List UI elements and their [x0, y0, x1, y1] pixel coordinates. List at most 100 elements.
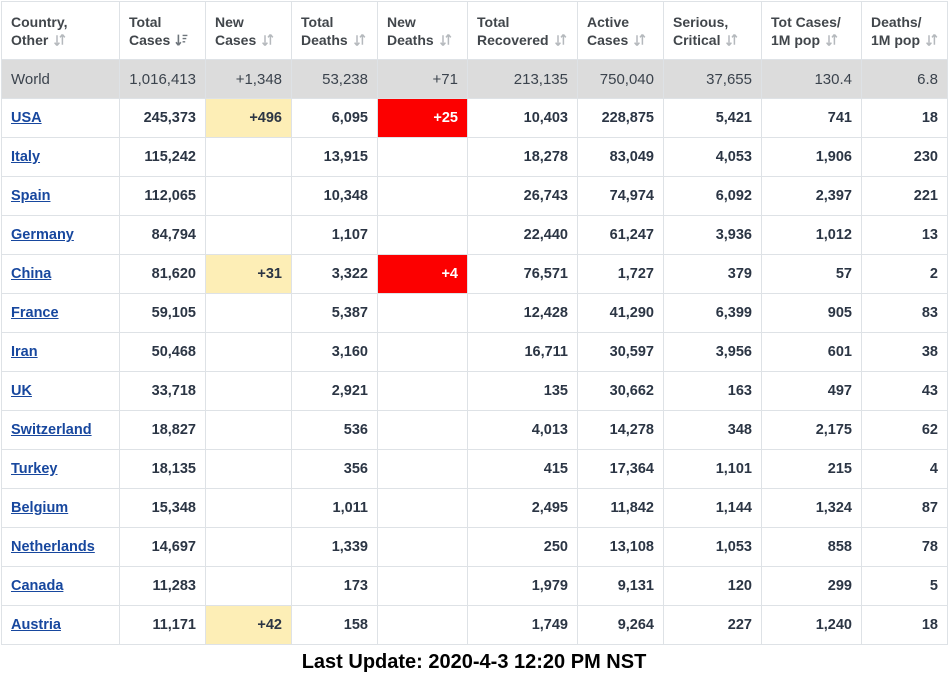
cell-active-cases: 41,290	[577, 293, 664, 333]
cell-value: 26,743	[523, 188, 568, 204]
cell-country[interactable]: Spain	[1, 176, 120, 216]
cell-value: 1,012	[815, 227, 852, 243]
table-row: Austria 11,171 +42 158 1,749 9,264 227 1,240 18	[1, 605, 948, 645]
column-header-total-cases[interactable]: Total Cases	[119, 1, 206, 60]
cell-country[interactable]: Turkey	[1, 449, 120, 489]
column-label-total-deaths-line2: Deaths	[301, 31, 348, 48]
cell-country[interactable]: Iran	[1, 332, 120, 372]
country-link[interactable]: France	[11, 305, 59, 321]
cell-new-deaths	[377, 410, 468, 450]
sort-both-icon[interactable]	[725, 33, 738, 47]
country-link[interactable]: Italy	[11, 149, 40, 165]
cell-value: 1,906	[815, 149, 852, 165]
column-label-new-deaths-line2: Deaths	[387, 31, 434, 48]
country-link[interactable]: Canada	[11, 578, 63, 594]
cell-value: 1,749	[531, 617, 568, 633]
cell-serious-critical: 3,956	[663, 332, 762, 372]
cell-new-deaths	[377, 293, 468, 333]
country-link[interactable]: Switzerland	[11, 422, 92, 438]
cell-value: 213,135	[513, 70, 568, 88]
cell-serious-critical: 1,144	[663, 488, 762, 528]
cell-country[interactable]: Belgium	[1, 488, 120, 528]
cell-value: 74,974	[609, 188, 654, 204]
column-label-country-line2: Other	[11, 31, 49, 48]
cell-active-cases: 74,974	[577, 176, 664, 216]
cell-serious-critical: 6,399	[663, 293, 762, 333]
cell-deaths-per-1m: 78	[861, 527, 948, 567]
country-link[interactable]: UK	[11, 383, 32, 399]
column-header-deaths-per-1m[interactable]: Deaths/ 1M pop	[861, 1, 948, 60]
sort-both-icon[interactable]	[261, 33, 274, 47]
cell-active-cases: 30,597	[577, 332, 664, 372]
column-header-country[interactable]: Country, Other	[1, 1, 120, 60]
cell-tot-cases-per-1m: 130.4	[761, 59, 862, 99]
cell-total-recovered: 213,135	[467, 59, 578, 99]
cell-value: 87	[921, 500, 938, 516]
cell-value: 2	[929, 266, 938, 282]
cell-total-deaths: 1,339	[291, 527, 378, 567]
cell-country[interactable]: UK	[1, 371, 120, 411]
sort-both-icon[interactable]	[825, 33, 838, 47]
cell-total-deaths: 158	[291, 605, 378, 645]
column-header-total-deaths[interactable]: Total Deaths	[291, 1, 378, 60]
cell-country[interactable]: Switzerland	[1, 410, 120, 450]
column-header-total-recovered[interactable]: Total Recovered	[467, 1, 578, 60]
cell-value: 1,144	[715, 500, 752, 516]
cell-value: 299	[827, 578, 852, 594]
cell-country[interactable]: USA	[1, 98, 120, 138]
column-label-new-cases-line2: Cases	[215, 31, 257, 48]
cell-value: 221	[913, 188, 938, 204]
column-label-active-cases-line1: Active	[587, 13, 630, 30]
sort-both-icon[interactable]	[53, 33, 66, 47]
cell-value: 2,495	[531, 500, 568, 516]
cell-total-recovered: 415	[467, 449, 578, 489]
cell-country[interactable]: Netherlands	[1, 527, 120, 567]
column-label-deaths-per-1m-line1: Deaths/	[871, 13, 922, 30]
cell-tot-cases-per-1m: 1,324	[761, 488, 862, 528]
cell-new-cases: +496	[205, 98, 292, 138]
cell-value: 228,875	[601, 110, 654, 126]
cell-country[interactable]: Canada	[1, 566, 120, 606]
column-header-new-cases[interactable]: New Cases	[205, 1, 292, 60]
column-header-new-deaths[interactable]: New Deaths	[377, 1, 468, 60]
country-label: World	[11, 70, 50, 88]
cell-country[interactable]: Italy	[1, 137, 120, 177]
cell-total-deaths: 5,387	[291, 293, 378, 333]
country-link[interactable]: Spain	[11, 188, 50, 204]
country-link[interactable]: Austria	[11, 617, 61, 633]
country-link[interactable]: Netherlands	[11, 539, 95, 555]
sort-both-icon[interactable]	[439, 33, 452, 47]
column-header-serious-critical[interactable]: Serious, Critical	[663, 1, 762, 60]
country-link[interactable]: Belgium	[11, 500, 68, 516]
country-link[interactable]: Germany	[11, 227, 74, 243]
country-link[interactable]: China	[11, 266, 51, 282]
cell-total-deaths: 173	[291, 566, 378, 606]
cell-total-deaths: 13,915	[291, 137, 378, 177]
column-label-total-deaths-line1: Total	[301, 13, 334, 30]
cell-value: 356	[343, 461, 368, 477]
sort-both-icon[interactable]	[353, 33, 366, 47]
cell-value: 18,278	[523, 149, 568, 165]
country-link[interactable]: Turkey	[11, 461, 57, 477]
table-row: USA 245,373 +496 6,095 +25 10,403 228,875 5,421…	[1, 98, 948, 138]
cell-deaths-per-1m: 2	[861, 254, 948, 294]
cell-country[interactable]: Germany	[1, 215, 120, 255]
sort-both-icon[interactable]	[925, 33, 938, 47]
country-link[interactable]: Iran	[11, 344, 38, 360]
cell-country[interactable]: China	[1, 254, 120, 294]
cell-total-recovered: 16,711	[467, 332, 578, 372]
cell-deaths-per-1m: 13	[861, 215, 948, 255]
sort-both-icon[interactable]	[633, 33, 646, 47]
column-header-tot-cases-per-1m[interactable]: Tot Cases/ 1M pop	[761, 1, 862, 60]
cell-value: 5,387	[331, 305, 368, 321]
cell-country[interactable]: Austria	[1, 605, 120, 645]
column-header-active-cases[interactable]: Active Cases	[577, 1, 664, 60]
cell-total-cases: 15,348	[119, 488, 206, 528]
cell-active-cases: 13,108	[577, 527, 664, 567]
sort-desc-icon[interactable]	[175, 33, 188, 47]
cell-value: 38	[921, 344, 938, 360]
country-link[interactable]: USA	[11, 110, 42, 126]
cell-country[interactable]: France	[1, 293, 120, 333]
cell-new-deaths	[377, 332, 468, 372]
sort-both-icon[interactable]	[554, 33, 567, 47]
